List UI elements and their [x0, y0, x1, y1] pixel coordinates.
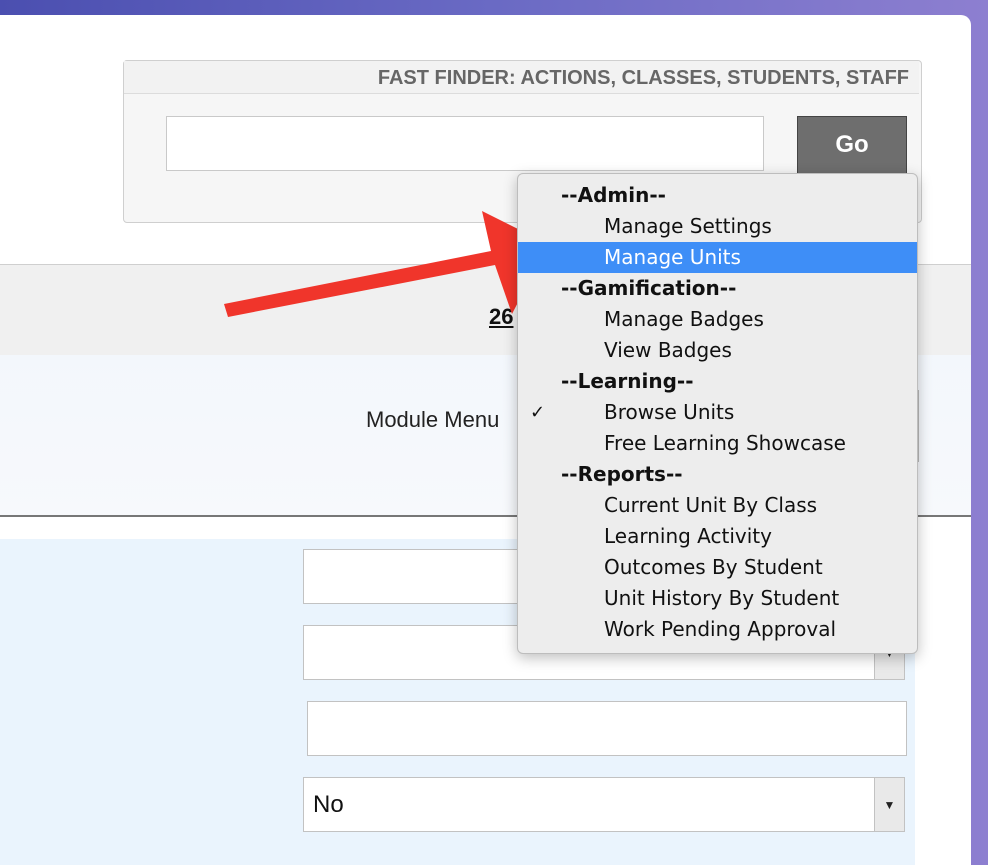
menu-item-label: --Gamification-- — [561, 276, 737, 300]
menu-item-label: Learning Activity — [604, 524, 772, 548]
menu-item-label: --Admin-- — [561, 183, 666, 207]
menu-item-label: Free Learning Showcase — [604, 431, 846, 455]
menu-item-label: View Badges — [604, 338, 732, 362]
menu-item-label: --Learning-- — [561, 369, 694, 393]
menu-item[interactable]: Work Pending Approval — [518, 614, 917, 645]
go-button[interactable]: Go — [797, 116, 907, 174]
menu-item-label: Manage Badges — [604, 307, 764, 331]
fast-finder-title: FAST FINDER: ACTIONS, CLASSES, STUDENTS,… — [124, 61, 919, 94]
menu-group-header: --Admin-- — [518, 180, 917, 211]
checkmark-icon: ✓ — [530, 402, 546, 423]
menu-item-label: Outcomes By Student — [604, 555, 823, 579]
menu-item[interactable]: Current Unit By Class — [518, 490, 917, 521]
form-select-field-2[interactable]: No ▼ — [303, 777, 905, 832]
menu-item[interactable]: Manage Settings — [518, 211, 917, 242]
menu-item[interactable]: Manage Badges — [518, 304, 917, 335]
menu-item[interactable]: View Badges — [518, 335, 917, 366]
form-text-field-2[interactable] — [307, 701, 907, 756]
menu-item[interactable]: Outcomes By Student — [518, 552, 917, 583]
menu-item[interactable]: ✓ Browse Units — [518, 397, 917, 428]
menu-item-label: Browse Units — [604, 400, 735, 424]
menu-item-label: Unit History By Student — [604, 586, 840, 610]
menu-item-label: Work Pending Approval — [604, 617, 837, 641]
select-value: No — [313, 791, 344, 818]
menu-group-header: --Reports-- — [518, 459, 917, 490]
module-menu-dropdown[interactable]: --Admin-- Manage Settings Manage Units --Ga… — [517, 173, 918, 654]
menu-group-header: --Learning-- — [518, 366, 917, 397]
menu-item-label: Current Unit By Class — [604, 493, 818, 517]
menu-item[interactable]: Free Learning Showcase — [518, 428, 917, 459]
menu-item-label: Manage Units — [604, 245, 741, 269]
menu-item[interactable]: Unit History By Student — [518, 583, 917, 614]
menu-item-label: Manage Settings — [604, 214, 772, 238]
chevron-down-icon[interactable]: ▼ — [874, 778, 904, 831]
menu-item[interactable]: Learning Activity — [518, 521, 917, 552]
menu-item[interactable]: Manage Units — [518, 242, 917, 273]
breadcrumb-link[interactable]: 26 — [489, 304, 513, 330]
menu-group-header: --Gamification-- — [518, 273, 917, 304]
fast-finder-input[interactable] — [166, 116, 764, 171]
menu-item-label: --Reports-- — [561, 462, 683, 486]
module-menu-label: Module Menu — [366, 407, 500, 432]
